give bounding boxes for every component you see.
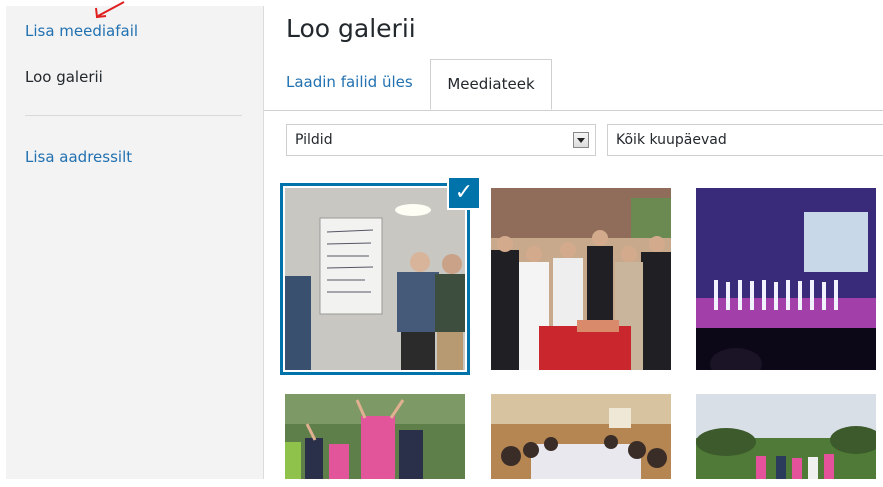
- create-gallery-link[interactable]: Loo galerii: [25, 68, 103, 86]
- frame-title: Loo galerii: [286, 14, 416, 43]
- attachment-thumbnail[interactable]: [696, 394, 876, 479]
- date-filter[interactable]: Kõik kuupäevad: [607, 124, 883, 156]
- date-filter-value: Kõik kuupäevad: [616, 132, 727, 148]
- media-menu-sidebar: Lisa meediafail Loo galerii Lisa aadress…: [6, 6, 264, 479]
- media-type-filter-value: Pildid: [295, 132, 333, 148]
- attachment-thumbnail[interactable]: [285, 394, 465, 479]
- checkmark-icon[interactable]: ✓: [447, 176, 481, 210]
- attachment-thumbnail[interactable]: [696, 188, 876, 370]
- sidebar-separator: [25, 115, 242, 116]
- add-media-link[interactable]: Lisa meediafail: [25, 22, 138, 40]
- tab-media-library[interactable]: Meediateek: [430, 59, 552, 110]
- insert-from-url-link[interactable]: Lisa aadressilt: [25, 148, 132, 166]
- photo-image: [285, 188, 465, 370]
- photo-image: [491, 394, 671, 479]
- attachment-thumbnail[interactable]: [491, 188, 671, 370]
- photo-image: [696, 188, 876, 370]
- media-type-filter[interactable]: Pildid: [286, 124, 596, 156]
- photo-image: [285, 394, 465, 479]
- chevron-down-icon[interactable]: [573, 132, 589, 148]
- red-arrow-annotation: [95, 1, 125, 19]
- attachment-thumbnail[interactable]: [280, 183, 470, 375]
- router-tabs: Laadin failid üles Meediateek: [264, 59, 883, 111]
- tab-upload-files[interactable]: Laadin failid üles: [286, 73, 413, 91]
- photo-image: [696, 394, 876, 479]
- attachment-thumbnail[interactable]: [491, 394, 671, 479]
- photo-image: [491, 188, 671, 370]
